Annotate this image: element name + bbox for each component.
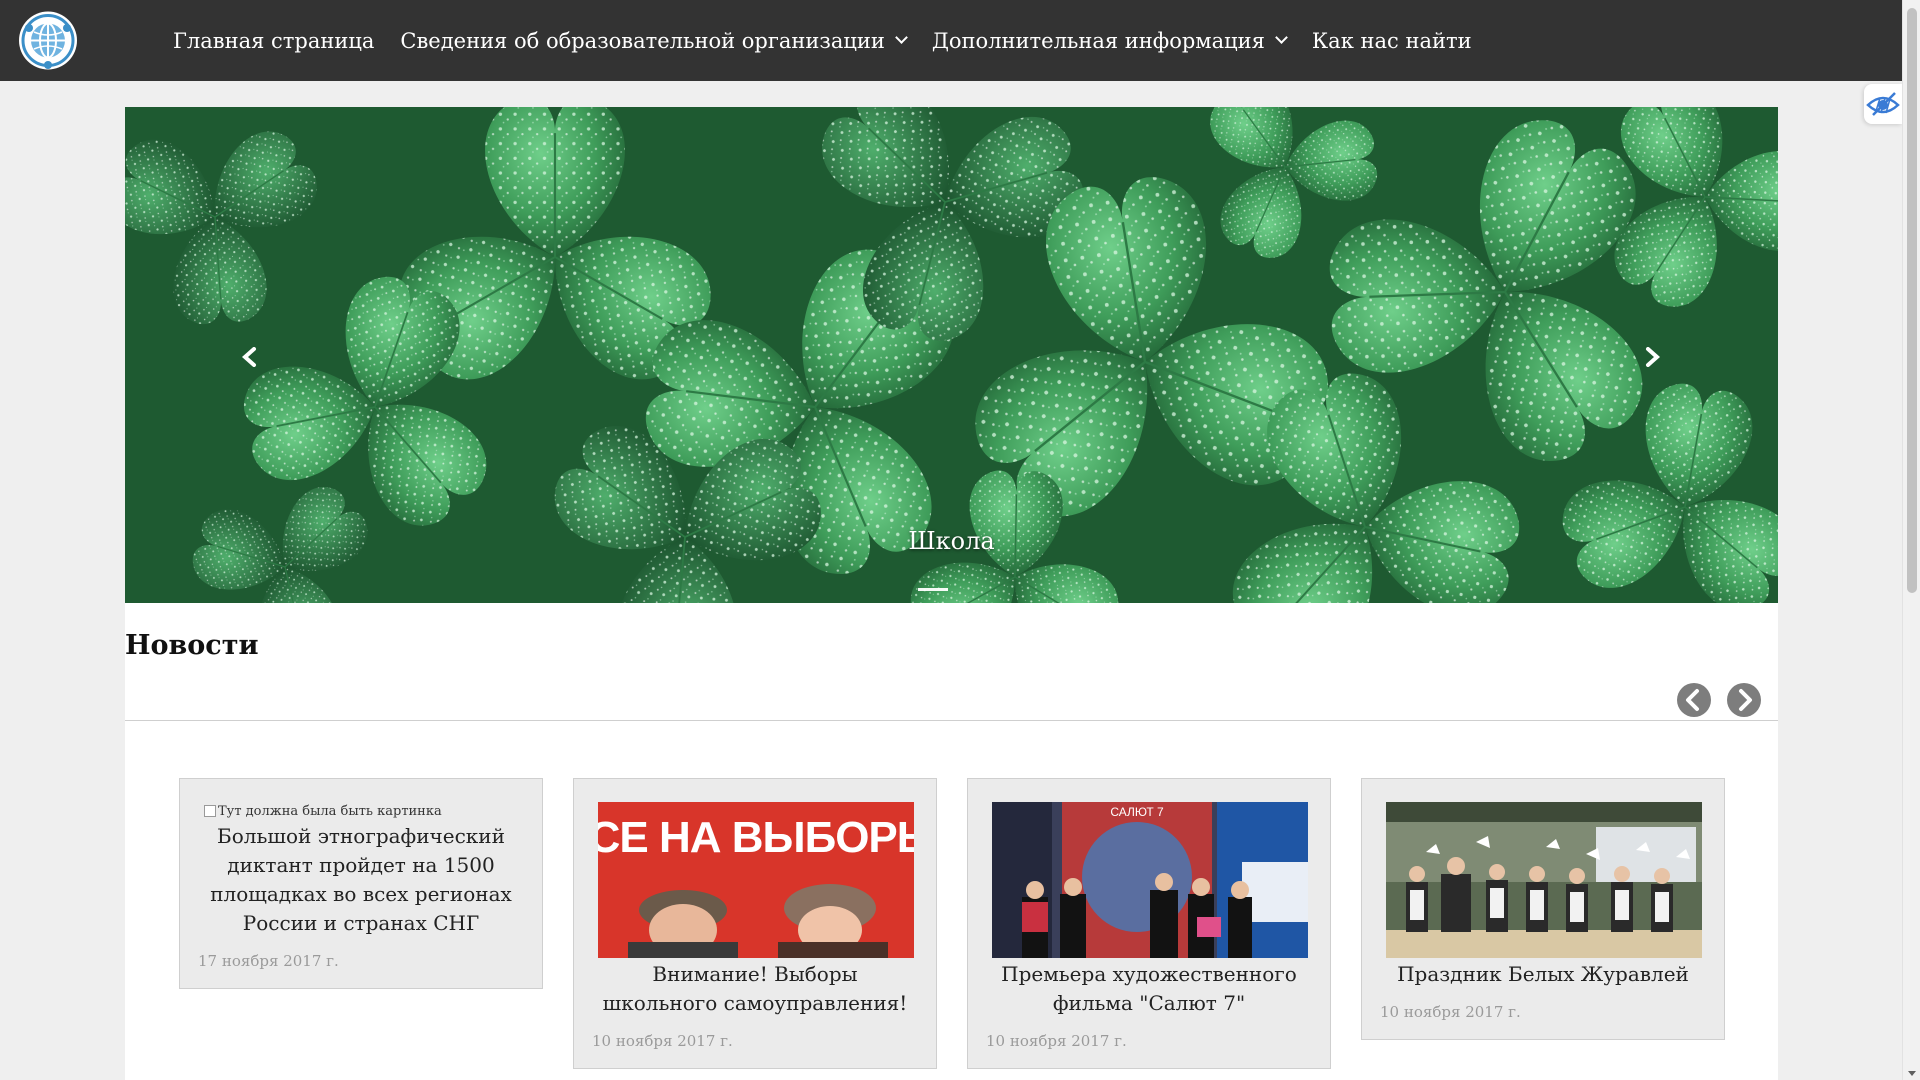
slider-next-button[interactable] xyxy=(1642,347,1662,367)
image-alt-text: Тут должна была быть картинка xyxy=(218,803,442,819)
poster-headline: САЛЮТ 7 xyxy=(1110,805,1164,819)
chevron-right-icon xyxy=(1646,347,1661,367)
news-heading: Новости xyxy=(125,630,259,661)
news-card-title[interactable]: Внимание! Выборы школьного самоуправлени… xyxy=(598,960,912,1018)
accessibility-toggle-button[interactable] xyxy=(1864,84,1902,124)
news-card-title[interactable]: Большой этнографический диктант пройдет … xyxy=(204,822,518,938)
slider-indicators xyxy=(125,588,1778,591)
page-scrollbar[interactable] xyxy=(1902,0,1920,1080)
chevron-left-icon xyxy=(241,347,256,367)
menu-item-label: Сведения об образовательной организации xyxy=(400,28,885,53)
menu-item-label: Как нас найти xyxy=(1311,28,1472,53)
news-next-button[interactable] xyxy=(1726,682,1762,718)
news-card-date: 10 ноября 2017 г. xyxy=(592,1032,733,1050)
menu-item-additional-info[interactable]: Дополнительная информация xyxy=(931,28,1288,53)
slider-prev-button[interactable] xyxy=(240,347,260,367)
scrollbar-thumb[interactable] xyxy=(1907,8,1917,593)
news-card[interactable]: ВСЕ НА ВЫБОРЫ! Внимание! Выборы школьног… xyxy=(573,778,937,1069)
news-card-title[interactable]: Праздник Белых Журавлей xyxy=(1386,960,1700,989)
main-menu: Главная страница Сведения об образовател… xyxy=(173,0,1498,81)
main-content: Школа Новости Тут должна была быть карти… xyxy=(125,107,1778,1080)
news-card[interactable]: Тут должна была быть картинка Большой эт… xyxy=(179,778,543,989)
news-card-image[interactable]: САЛЮТ 7 xyxy=(992,802,1308,958)
circle-chevron-right-icon xyxy=(1727,683,1761,717)
menu-item-organization-info[interactable]: Сведения об образовательной организации xyxy=(400,28,908,53)
chevron-down-icon xyxy=(894,31,908,44)
news-card-image[interactable]: ВСЕ НА ВЫБОРЫ! xyxy=(598,802,914,958)
slider-indicator-active[interactable] xyxy=(918,588,948,591)
menu-item-home[interactable]: Главная страница xyxy=(173,29,374,53)
low-vision-eye-icon xyxy=(1866,92,1900,116)
news-divider xyxy=(125,720,1778,721)
news-card-date: 10 ноября 2017 г. xyxy=(986,1032,1127,1050)
scroll-down-arrow-icon[interactable] xyxy=(1908,1071,1916,1076)
news-card[interactable]: САЛЮТ 7 Премьера художественного фильма … xyxy=(967,778,1331,1069)
news-card-date: 10 ноября 2017 г. xyxy=(1380,1003,1521,1021)
broken-image-icon xyxy=(204,805,216,817)
menu-item-how-to-find-us[interactable]: Как нас найти xyxy=(1312,29,1472,53)
news-prev-button[interactable] xyxy=(1676,682,1712,718)
school-logo-icon[interactable] xyxy=(15,10,81,71)
chevron-down-icon xyxy=(1275,31,1288,44)
news-card-title[interactable]: Премьера художественного фильма "Салют 7… xyxy=(992,960,1306,1018)
menu-item-label: Дополнительная информация xyxy=(931,28,1265,53)
news-card-image[interactable] xyxy=(1386,802,1702,958)
image-slider: Школа xyxy=(125,107,1778,603)
news-card-date: 17 ноября 2017 г. xyxy=(198,952,339,970)
news-card[interactable]: Праздник Белых Журавлей 10 ноября 2017 г… xyxy=(1361,778,1725,1040)
circle-chevron-left-icon xyxy=(1677,683,1711,717)
top-navbar: Главная страница Сведения об образовател… xyxy=(0,0,1902,81)
slide-caption: Школа xyxy=(908,527,995,555)
broken-image-placeholder: Тут должна была быть картинка xyxy=(204,802,518,820)
menu-item-label: Главная страница xyxy=(173,28,375,53)
poster-headline: ВСЕ НА ВЫБОРЫ! xyxy=(598,813,914,862)
